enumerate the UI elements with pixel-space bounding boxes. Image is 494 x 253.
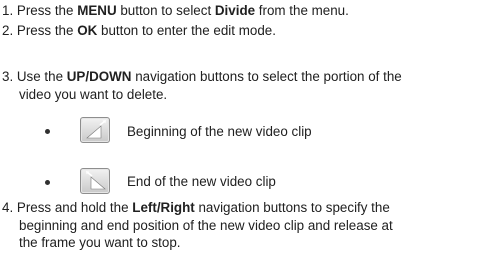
bullet-text-clip-start: Beginning of the new video clip (127, 124, 312, 139)
bullet-dot (45, 129, 50, 134)
updown-buttons-label: UP/DOWN (66, 69, 132, 84)
step-4-line-3-text: the frame you want to stop. (19, 235, 181, 250)
clip-end-icon (80, 168, 110, 194)
step-1-mid: button to select (116, 3, 215, 18)
step-2-suffix: button to enter the edit mode. (97, 23, 276, 38)
divide-option-label: Divide (214, 3, 256, 18)
leftright-buttons-label: Left/Right (132, 200, 195, 215)
step-1-prefix: 1. Press the (2, 3, 78, 18)
step-4-line-3: the frame you want to stop. (19, 235, 181, 251)
step-3-line-1-suffix: navigation buttons to select the portion… (131, 69, 402, 84)
step-4-line-1: 4. Press and hold the Left/Right navigat… (2, 200, 390, 216)
step-3-line-2: video you want to delete. (19, 87, 167, 103)
bullet-text-clip-end: End of the new video clip (127, 174, 276, 189)
step-2: 2. Press the OK button to enter the edit… (2, 23, 276, 39)
menu-button-label: MENU (77, 3, 117, 18)
clip-start-icon (80, 117, 110, 143)
step-3-line-1: 3. Use the UP/DOWN navigation buttons to… (2, 69, 402, 85)
step-3-line-2-text: video you want to delete. (19, 87, 168, 102)
step-4-prefix: 4. Press and hold the (2, 200, 133, 215)
step-4-line-1-suffix: navigation buttons to specify the (194, 200, 390, 215)
step-3-prefix: 3. Use the (2, 69, 67, 84)
step-1: 1. Press the MENU button to select Divid… (2, 3, 349, 19)
step-2-prefix: 2. Press the (2, 23, 78, 38)
ok-button-label: OK (77, 23, 98, 38)
step-4-line-2: beginning and end position of the new vi… (19, 218, 393, 234)
step-1-suffix: from the menu. (255, 3, 349, 18)
step-4-line-2-text: beginning and end position of the new vi… (19, 218, 393, 233)
bullet-dot (45, 180, 50, 185)
